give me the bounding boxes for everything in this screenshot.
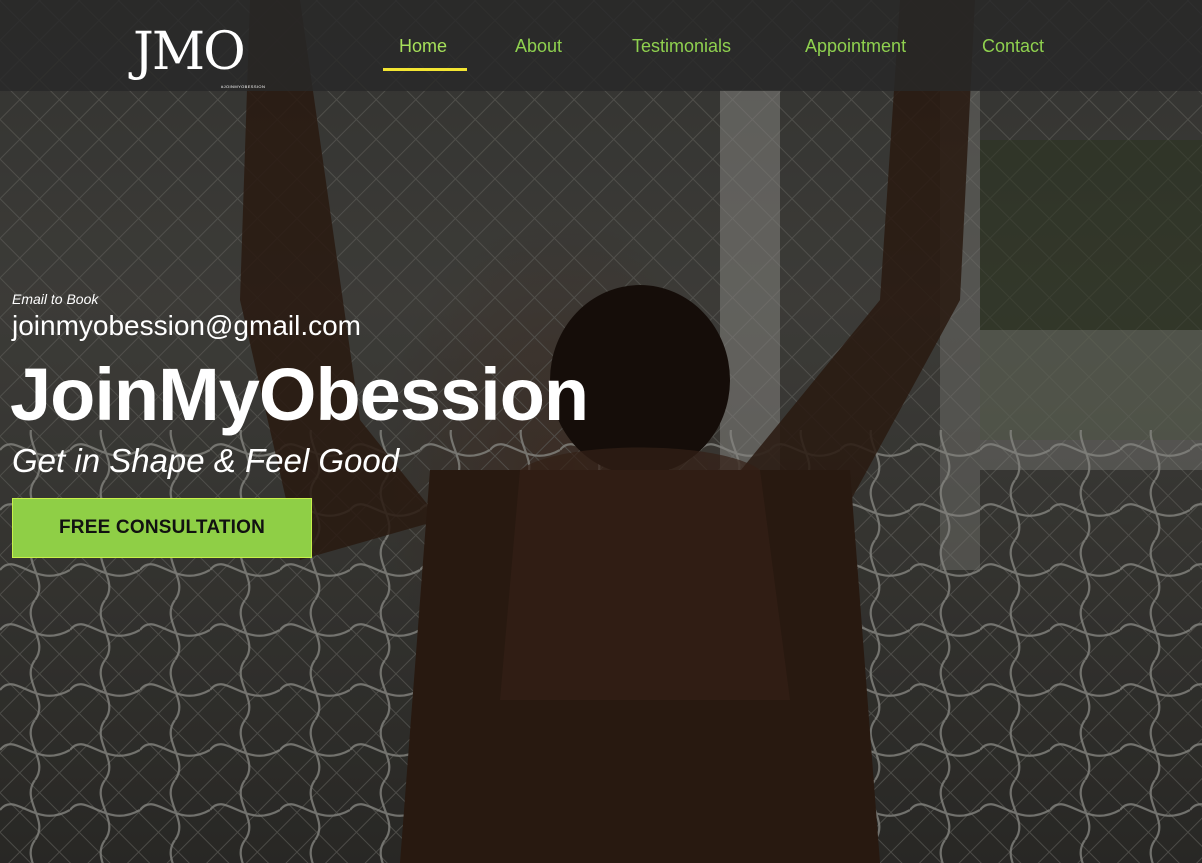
active-nav-indicator <box>383 68 467 71</box>
free-consultation-button[interactable]: FREE CONSULTATION <box>12 498 312 558</box>
hero-tagline: Get in Shape & Feel Good <box>12 442 400 479</box>
nav-about[interactable]: About <box>515 36 562 57</box>
booking-email[interactable]: joinmyobession@gmail.com <box>12 310 361 342</box>
hero-title: JoinMyObession <box>10 353 589 436</box>
nav-appointment[interactable]: Appointment <box>805 36 906 57</box>
main-nav: Home About Testimonials Appointment Cont… <box>0 0 1202 91</box>
top-navbar: JMO #JOINMYOBESSION Home About Testimoni… <box>0 0 1202 91</box>
email-label: Email to Book <box>12 291 99 307</box>
nav-home[interactable]: Home <box>399 36 447 57</box>
nav-contact[interactable]: Contact <box>982 36 1044 57</box>
nav-testimonials[interactable]: Testimonials <box>632 36 731 57</box>
